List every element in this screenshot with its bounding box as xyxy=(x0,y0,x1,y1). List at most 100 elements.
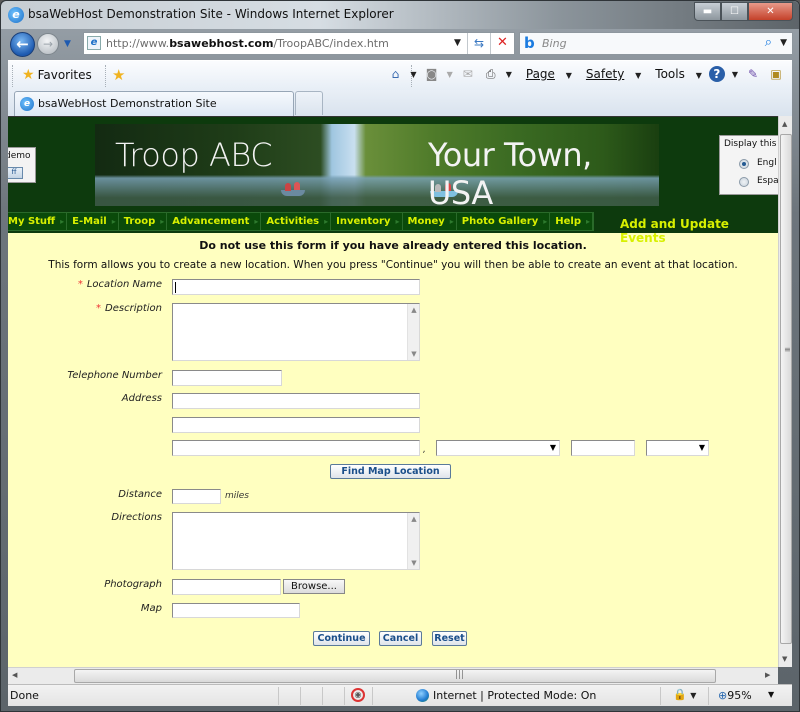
mail-icon[interactable]: ✉ xyxy=(460,66,476,82)
menu-inventory[interactable]: Inventory xyxy=(331,213,403,230)
browse-button[interactable]: Browse... xyxy=(283,579,345,594)
zip-input[interactable] xyxy=(571,440,635,456)
feed-dropdown[interactable]: ▼ xyxy=(447,70,453,79)
address-line2-input[interactable] xyxy=(172,417,420,433)
address-dropdown[interactable]: ▼ xyxy=(454,38,461,48)
close-button[interactable]: ✕ xyxy=(748,2,793,21)
help-icon[interactable]: ? xyxy=(708,66,725,82)
address-bar[interactable]: e http://www.bsawebhost.com/TroopABC/ind… xyxy=(83,32,515,55)
page-menu[interactable]: Page ▼ xyxy=(519,67,572,81)
description-textarea[interactable]: ▲ ▼ xyxy=(172,303,420,361)
radio-english[interactable] xyxy=(739,159,749,169)
scroll-up-icon[interactable]: ▲ xyxy=(782,120,787,128)
vertical-scrollbar[interactable]: ▲ ≡ ▼ xyxy=(778,116,792,667)
favorites-button[interactable]: ★ Favorites xyxy=(22,67,92,83)
status-divider xyxy=(344,687,345,705)
photograph-file-input[interactable] xyxy=(172,579,281,595)
menu-advancement[interactable]: Advancement xyxy=(167,213,262,230)
country-select[interactable]: ▼ xyxy=(646,440,709,456)
horizontal-scroll-thumb[interactable]: ||| xyxy=(74,669,716,683)
tools-menu[interactable]: Tools ▼ xyxy=(648,67,702,81)
recent-pages-dropdown[interactable]: ▼ xyxy=(64,39,71,49)
city-input[interactable] xyxy=(172,440,420,456)
state-select[interactable]: ▼ xyxy=(436,440,560,456)
home-icon[interactable]: ⌂ xyxy=(387,66,403,82)
language-selector: Display this Engl Espa xyxy=(719,135,779,195)
favorites-star-icon: ★ xyxy=(22,67,35,83)
stop-button[interactable]: ✕ xyxy=(490,33,514,54)
forward-button[interactable]: → xyxy=(37,33,59,55)
scroll-right-icon[interactable]: ▶ xyxy=(765,671,770,679)
scroll-down-icon[interactable]: ▼ xyxy=(408,559,420,567)
menu-activities[interactable]: Activities xyxy=(261,213,332,230)
refresh-button[interactable]: ⇆ xyxy=(467,33,490,54)
status-divider xyxy=(300,687,301,705)
scroll-up-icon[interactable]: ▲ xyxy=(408,515,420,523)
zoom-dropdown[interactable]: ▼ xyxy=(768,690,774,699)
search-options-dropdown[interactable]: ▼ xyxy=(780,38,787,48)
back-button[interactable]: ← xyxy=(10,32,35,57)
menu-photo-gallery[interactable]: Photo Gallery xyxy=(457,213,551,230)
bing-logo-icon: b xyxy=(524,34,535,52)
security-zone-text[interactable]: Internet | Protected Mode: On xyxy=(433,689,596,702)
internet-zone-icon xyxy=(416,689,429,702)
site-menu: My Stuff E-Mail Troop Advancement Activi… xyxy=(8,212,595,231)
continue-button[interactable]: Continue xyxy=(313,631,370,646)
distance-input[interactable] xyxy=(172,489,221,504)
scroll-left-icon[interactable]: ◀ xyxy=(12,671,17,679)
scroll-down-icon[interactable]: ▼ xyxy=(782,655,787,663)
horizontal-scrollbar[interactable]: ◀ ||| ▶ xyxy=(8,667,778,684)
add-favorites-icon[interactable]: ★ xyxy=(112,66,125,84)
new-tab-button[interactable] xyxy=(295,91,323,115)
login-button[interactable]: ff xyxy=(8,167,23,179)
textarea-scrollbar[interactable]: ▲ ▼ xyxy=(407,513,419,569)
command-items: ⌂ ▼ ◙ ▼ ✉ ⎙ ▼ Page ▼ Safety ▼ Tools ▼ ? ▼ ✎ … xyxy=(380,66,784,82)
home-dropdown[interactable]: ▼ xyxy=(410,70,416,79)
ie-page-icon: e xyxy=(20,97,34,111)
chevron-down-icon: ▼ xyxy=(635,71,642,80)
radio-spanish[interactable] xyxy=(739,177,749,187)
menu-money[interactable]: Money xyxy=(403,213,457,230)
menu-email[interactable]: E-Mail xyxy=(67,213,119,230)
minimize-button[interactable]: ▬ xyxy=(694,2,721,21)
search-input[interactable]: Bing xyxy=(542,37,567,50)
popup-blocker-icon[interactable]: ◉ xyxy=(351,688,365,702)
search-box[interactable]: b Bing ⌕ ▼ xyxy=(519,32,793,55)
zoom-level[interactable]: ⊕95% xyxy=(718,689,752,702)
address-url[interactable]: http://www.bsawebhost.com/TroopABC/index… xyxy=(106,37,389,50)
scroll-up-icon[interactable]: ▲ xyxy=(408,306,420,314)
reset-button[interactable]: Reset xyxy=(432,631,467,646)
tab-bsawebhost[interactable]: e bsaWebHost Demonstration Site xyxy=(14,91,294,116)
location-name-input[interactable] xyxy=(172,279,420,295)
chevron-down-icon: ▼ xyxy=(690,691,697,700)
scroll-down-icon[interactable]: ▼ xyxy=(408,350,420,358)
toolbar-grip xyxy=(12,65,13,87)
research-icon[interactable]: ✎ xyxy=(745,66,761,82)
map-input[interactable] xyxy=(172,603,300,618)
page-viewport: demo ff Troop ABC Your Town, USA Display… xyxy=(8,116,792,667)
info-text: This form allows you to create a new loc… xyxy=(48,259,738,271)
blog-icon[interactable]: ▣ xyxy=(768,66,784,82)
menu-my-stuff[interactable]: My Stuff xyxy=(8,213,68,230)
vertical-scroll-thumb[interactable]: ≡ xyxy=(780,134,792,644)
zoom-icon: ⊕ xyxy=(718,689,728,702)
directions-textarea[interactable]: ▲ ▼ xyxy=(172,512,420,570)
print-dropdown[interactable]: ▼ xyxy=(506,70,512,79)
print-icon[interactable]: ⎙ xyxy=(483,66,499,82)
textarea-scrollbar[interactable]: ▲ ▼ xyxy=(407,304,419,360)
maximize-button[interactable]: ☐ xyxy=(721,2,748,21)
command-bar: ★ Favorites ★ ⌂ ▼ ◙ ▼ ✉ ⎙ ▼ Page ▼ Safety ▼ … xyxy=(8,60,792,90)
stop-icon: ✕ xyxy=(497,35,508,50)
telephone-input[interactable] xyxy=(172,370,282,386)
cancel-button[interactable]: Cancel xyxy=(379,631,422,646)
find-map-location-button[interactable]: Find Map Location xyxy=(330,464,451,479)
menu-help[interactable]: Help xyxy=(550,213,594,230)
menu-troop[interactable]: Troop xyxy=(119,213,168,230)
rss-feed-icon[interactable]: ◙ xyxy=(424,66,440,82)
page-menu-label: Page xyxy=(525,67,555,81)
address-line1-input[interactable] xyxy=(172,393,420,409)
help-dropdown[interactable]: ▼ xyxy=(732,70,738,79)
protected-mode-icon[interactable]: 🔒 ▼ xyxy=(673,688,696,701)
safety-menu[interactable]: Safety ▼ xyxy=(579,67,641,81)
search-icon[interactable]: ⌕ xyxy=(765,35,772,50)
